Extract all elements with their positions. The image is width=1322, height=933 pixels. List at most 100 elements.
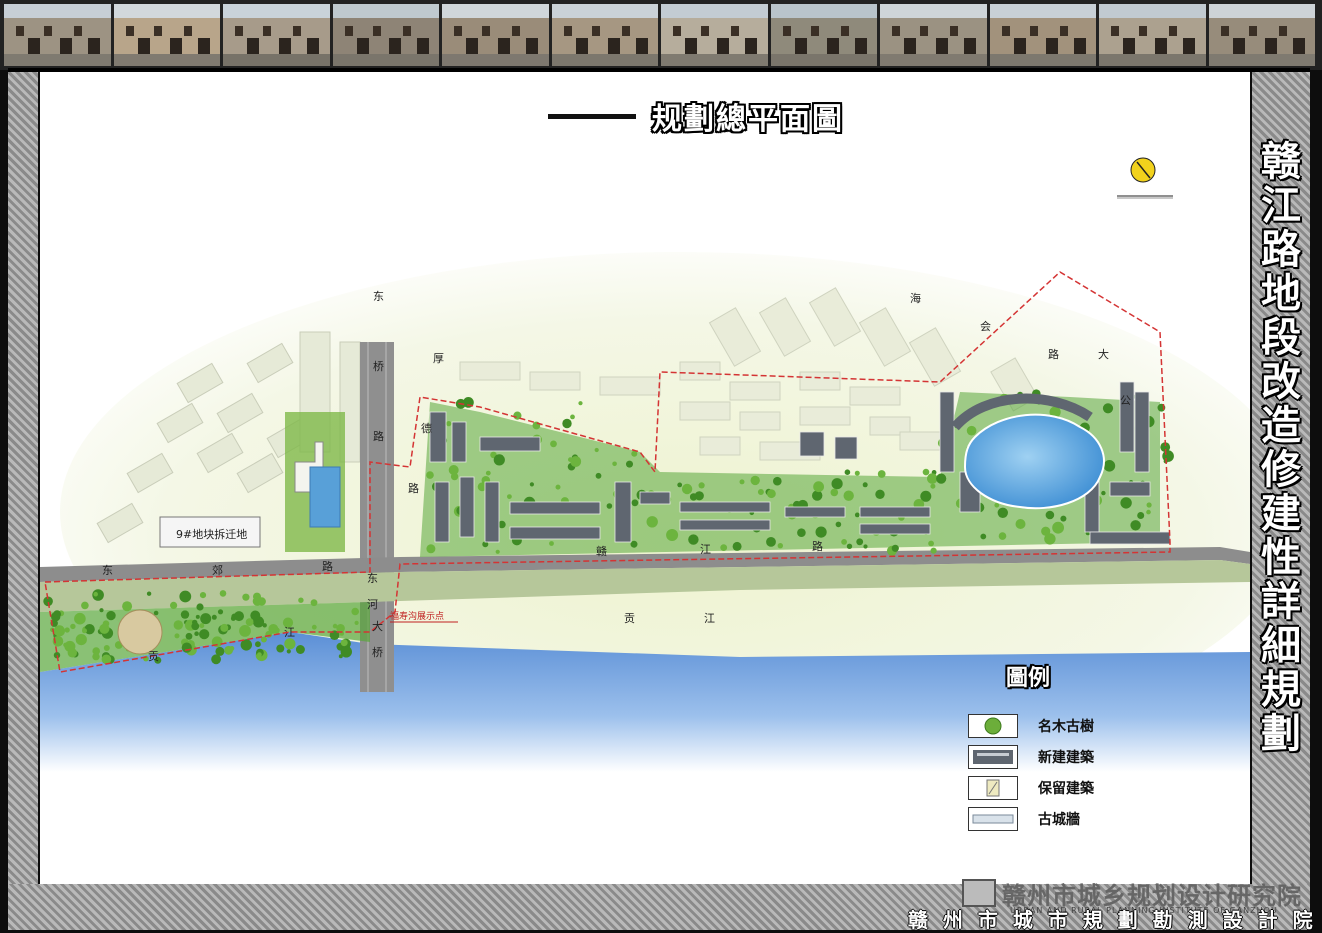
- tree: [862, 482, 868, 488]
- legend-item: 新建建築: [968, 741, 1168, 772]
- street-label: 桥: [373, 360, 384, 373]
- tree: [229, 646, 235, 651]
- tree: [835, 521, 842, 528]
- side-title-char: 地: [1261, 271, 1301, 317]
- street-label: 郊: [212, 564, 223, 577]
- tree: [1103, 460, 1116, 472]
- street-label: 路: [1048, 348, 1059, 361]
- tree-icon: [968, 713, 1018, 738]
- lake: [963, 413, 1105, 510]
- tree: [594, 447, 599, 453]
- street-label: 德: [421, 421, 432, 435]
- street-photo: [1099, 4, 1206, 66]
- tree: [980, 533, 987, 540]
- tree: [998, 532, 1007, 540]
- side-title: 赣江路地段改造修建性詳細規劃: [1256, 140, 1306, 756]
- tree: [854, 470, 860, 476]
- tree: [570, 456, 582, 467]
- river-label: 江: [284, 626, 295, 639]
- street-photo: [332, 4, 439, 66]
- legend-item: 保留建築: [968, 772, 1168, 803]
- photo-strip: [0, 0, 1322, 70]
- side-title-char: 修: [1261, 447, 1301, 493]
- west-plaza: [117, 609, 163, 655]
- tree: [550, 440, 557, 448]
- north-arrow-icon: [1117, 157, 1173, 199]
- title-line: [548, 113, 636, 119]
- tree: [53, 610, 61, 618]
- street-photo: [880, 4, 987, 66]
- river-label: 贡: [624, 612, 635, 625]
- tree: [773, 476, 782, 486]
- legend-label: 古城牆: [1038, 811, 1080, 828]
- tree: [211, 654, 222, 665]
- tree: [891, 544, 899, 552]
- tree: [70, 623, 76, 630]
- tree: [777, 543, 783, 549]
- tree: [185, 632, 193, 640]
- tree: [448, 465, 459, 475]
- tree: [92, 652, 100, 661]
- tree: [194, 631, 199, 636]
- street-label: 公: [1120, 394, 1131, 407]
- tree: [106, 610, 116, 621]
- street-photo: [442, 4, 549, 66]
- street-label: 厚: [433, 352, 444, 365]
- tree: [230, 616, 236, 621]
- tree: [922, 468, 930, 476]
- tree: [1137, 512, 1145, 519]
- tree: [698, 482, 705, 489]
- tree: [797, 528, 806, 537]
- tree: [606, 503, 613, 509]
- tree: [529, 482, 534, 487]
- tree: [841, 539, 847, 545]
- tree: [239, 625, 251, 637]
- tree: [1060, 515, 1067, 522]
- tree: [93, 591, 98, 597]
- street-photo: [223, 4, 330, 66]
- relocation-label: 9#地块拆迁地: [176, 527, 247, 541]
- tree: [875, 489, 885, 499]
- tree: [757, 489, 764, 495]
- tree: [180, 610, 190, 619]
- tree: [242, 593, 250, 601]
- tree: [354, 620, 359, 625]
- tree: [310, 599, 318, 607]
- tree: [812, 490, 823, 501]
- tree: [199, 623, 205, 629]
- tree: [666, 529, 679, 541]
- tree: [99, 608, 104, 613]
- street-label: 会: [980, 320, 991, 333]
- tree: [199, 592, 207, 599]
- street-label: 东: [102, 564, 113, 577]
- tree: [257, 652, 262, 658]
- street-label: 河: [367, 598, 378, 611]
- street-label: 海: [910, 291, 921, 305]
- tree: [75, 634, 87, 646]
- street-label: 路: [322, 560, 333, 573]
- tree: [830, 488, 839, 497]
- side-title-char: 建: [1261, 491, 1301, 537]
- tree: [122, 601, 133, 612]
- street-photo: [551, 4, 658, 66]
- tree: [426, 544, 436, 554]
- tree: [930, 483, 936, 489]
- tree: [298, 597, 304, 603]
- tree: [1102, 403, 1114, 414]
- tree: [1101, 490, 1106, 496]
- street-label: 大: [372, 619, 383, 633]
- legend: 圖例 名木古樹 新建建築 保留建築 古城牆: [968, 660, 1168, 834]
- side-title-char: 性: [1261, 535, 1301, 581]
- street-photo: [661, 4, 768, 66]
- tree: [199, 629, 210, 640]
- street-label: 赣: [596, 544, 607, 558]
- side-title-char: 改: [1261, 359, 1301, 405]
- bridge-pond: [309, 466, 341, 528]
- tree: [64, 627, 70, 633]
- tree: [255, 641, 261, 648]
- tree: [877, 470, 886, 478]
- tree: [612, 461, 617, 467]
- tree: [1045, 510, 1055, 520]
- tree: [507, 494, 512, 499]
- tree: [750, 475, 760, 486]
